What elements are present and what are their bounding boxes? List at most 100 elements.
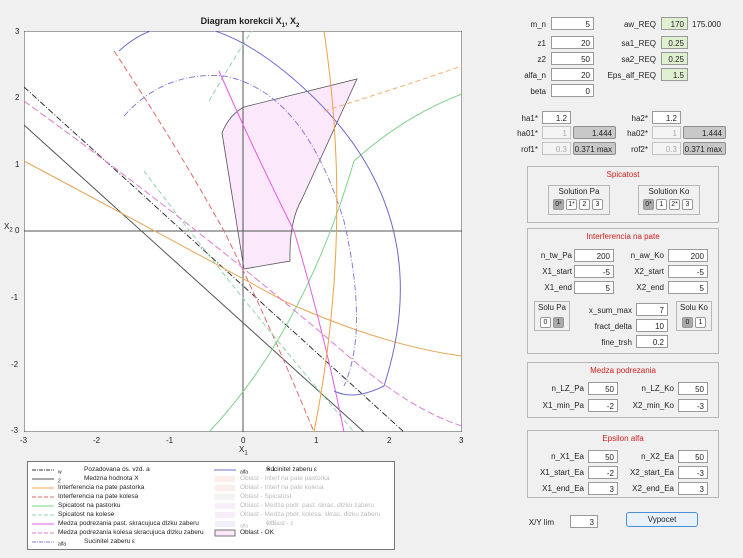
x2-end-label: X2_end: [636, 283, 664, 292]
xy-lim-label: X/Y lim: [528, 518, 554, 527]
fract-delta-label: fract_delta: [594, 322, 632, 331]
x-sum-max-field[interactable]: 7: [636, 303, 668, 316]
aw-computed: 175.000: [692, 20, 721, 29]
alfa-n-label: alfa_n: [524, 71, 546, 80]
legend-item: Spicatost na kolese: [32, 511, 212, 519]
sa1-req-field[interactable]: 0.25: [661, 36, 688, 49]
legend: Pozadovana os. vzd. aw Medzna hodnota X2…: [27, 461, 395, 550]
legend-label: Spicatost na pastorku: [58, 502, 121, 509]
beta-field[interactable]: 0: [551, 84, 594, 97]
solu-pa-option[interactable]: 1: [553, 317, 564, 328]
legend-item: Oblast - Spicatost: [214, 493, 392, 501]
beta-label: beta: [530, 87, 546, 96]
m-n-field[interactable]: 5: [551, 17, 594, 30]
aw-req-field[interactable]: 170: [661, 17, 688, 30]
y-axis-label: X2: [4, 222, 13, 234]
rof2-computed: 0.371 max: [683, 142, 726, 155]
legend-label: Sucinitel zaberu ε: [84, 538, 135, 545]
legend-label: Medza podrezania kolesa skracujuca dlzku…: [58, 529, 204, 536]
epsilon-title: Epsilon alfa: [602, 434, 644, 443]
legend-label: Medzna hodnota X: [84, 475, 139, 482]
ha01-label: ha01*: [517, 129, 538, 138]
legend-item: Oblast - OK: [214, 529, 392, 537]
x1-end-ea-label: X1_end_Ea: [542, 484, 584, 493]
solution-ko-option[interactable]: 3: [682, 199, 693, 210]
z1-label: z1: [537, 39, 546, 48]
x1-min-pa-field[interactable]: -2: [588, 399, 618, 412]
x1-min-pa-label: X1_min_Pa: [542, 401, 584, 410]
plot-title-mid: , X: [285, 16, 297, 26]
rof1-computed: 0.371 max: [573, 142, 616, 155]
fine-trsh-label: fine_trsh: [601, 338, 632, 347]
x2-start-field[interactable]: -5: [668, 265, 708, 278]
spicatost-title: Spicatost: [606, 170, 640, 179]
ytick-m1: -1: [11, 293, 19, 302]
legend-label: Oblast - OK: [240, 529, 274, 536]
ytick-1: 1: [15, 160, 20, 169]
xtick-m2: -2: [93, 436, 101, 445]
n-x1-ea-field[interactable]: 50: [588, 450, 618, 463]
solution-ko-option[interactable]: 1: [656, 199, 667, 210]
eps-alf-req-field[interactable]: 1.5: [661, 68, 688, 81]
n-aw-ko-field[interactable]: 200: [668, 249, 708, 262]
solution-pa-option[interactable]: 3: [592, 199, 603, 210]
legend-item: Sucinitel zaberu ε alfa: [32, 538, 212, 547]
x-sum-max-label: x_sum_max: [588, 306, 632, 315]
n-lz-ko-field[interactable]: 50: [678, 382, 708, 395]
ytick-m3: -3: [11, 426, 19, 435]
vypocet-button[interactable]: Vypocet: [626, 512, 698, 527]
x2-min-ko-field[interactable]: -3: [678, 399, 708, 412]
ha1-field[interactable]: 1.2: [542, 111, 571, 124]
n-lz-pa-field[interactable]: 50: [588, 382, 618, 395]
legend-item: Oblast - Interf na pate kolesa: [214, 484, 392, 492]
solution-pa-option[interactable]: 1*: [566, 199, 577, 210]
x2-end-ea-field[interactable]: 3: [678, 482, 708, 495]
solu-ko-option[interactable]: 1: [695, 317, 706, 328]
fine-trsh-field[interactable]: 0.2: [636, 335, 668, 348]
x1-start-label: X1_start: [542, 267, 572, 276]
legend-label: Oblast - Interf na pate kolesa: [240, 484, 324, 491]
legend-item: Interferencia na pate kolesa: [32, 493, 212, 501]
legend-label: Oblast - Spicatost: [240, 493, 292, 500]
xy-lim-field[interactable]: 3: [570, 515, 598, 528]
solu-pa-title: Solu Pa: [537, 303, 567, 312]
x1-start-ea-field[interactable]: -2: [588, 466, 618, 479]
xtick-m3: -3: [20, 436, 28, 445]
x2-start-ea-label: X2_start_Ea: [629, 468, 674, 477]
ytick-2: 2: [15, 93, 20, 102]
x1-start-field[interactable]: -5: [574, 265, 614, 278]
ha02-label: ha02*: [627, 129, 648, 138]
solution-pa-option[interactable]: 0*: [553, 199, 564, 210]
fract-delta-field[interactable]: 10: [636, 319, 668, 332]
solu-pa-option[interactable]: 0: [540, 317, 551, 328]
ha01-computed: 1.444: [573, 126, 616, 139]
ha2-field[interactable]: 1.2: [652, 111, 681, 124]
medza-title: Medza podrezania: [590, 366, 656, 375]
z1-field[interactable]: 20: [551, 36, 594, 49]
solution-ko-option[interactable]: 0*: [643, 199, 654, 210]
legend-label: Oblast - Medza podr. kolesa. skrac. dlzk…: [240, 511, 381, 518]
solution-pa-option[interactable]: 2: [579, 199, 590, 210]
sa2-req-field[interactable]: 0.25: [661, 52, 688, 65]
plot-area[interactable]: [24, 31, 462, 432]
medza-panel: Medza podrezania n_LZ_Pa 50 X1_min_Pa -2…: [527, 362, 719, 418]
n-tw-pa-label: n_tw_Pa: [540, 251, 572, 260]
n-tw-pa-field[interactable]: 200: [574, 249, 614, 262]
ha2-label: ha2*: [631, 114, 648, 123]
x2-end-field[interactable]: 5: [668, 281, 708, 294]
alfa-n-field[interactable]: 20: [551, 68, 594, 81]
x1-end-field[interactable]: 5: [574, 281, 614, 294]
solution-ko-option[interactable]: 2*: [669, 199, 680, 210]
x1-end-ea-field[interactable]: 3: [588, 482, 618, 495]
sa1-req-label: sa1_REQ: [621, 39, 656, 48]
xtick-m1: -1: [166, 436, 174, 445]
n-x2-ea-label: n_X2_Ea: [641, 452, 674, 461]
n-x2-ea-field[interactable]: 50: [678, 450, 708, 463]
xtick-0: 0: [241, 436, 246, 445]
legend-label: Interferencia na pate kolesa: [58, 493, 139, 500]
n-x1-ea-label: n_X1_Ea: [551, 452, 584, 461]
x2-start-ea-field[interactable]: -3: [678, 466, 708, 479]
z2-field[interactable]: 50: [551, 52, 594, 65]
solu-ko-option[interactable]: 0: [682, 317, 693, 328]
x2-end-ea-label: X2_end_Ea: [632, 484, 674, 493]
